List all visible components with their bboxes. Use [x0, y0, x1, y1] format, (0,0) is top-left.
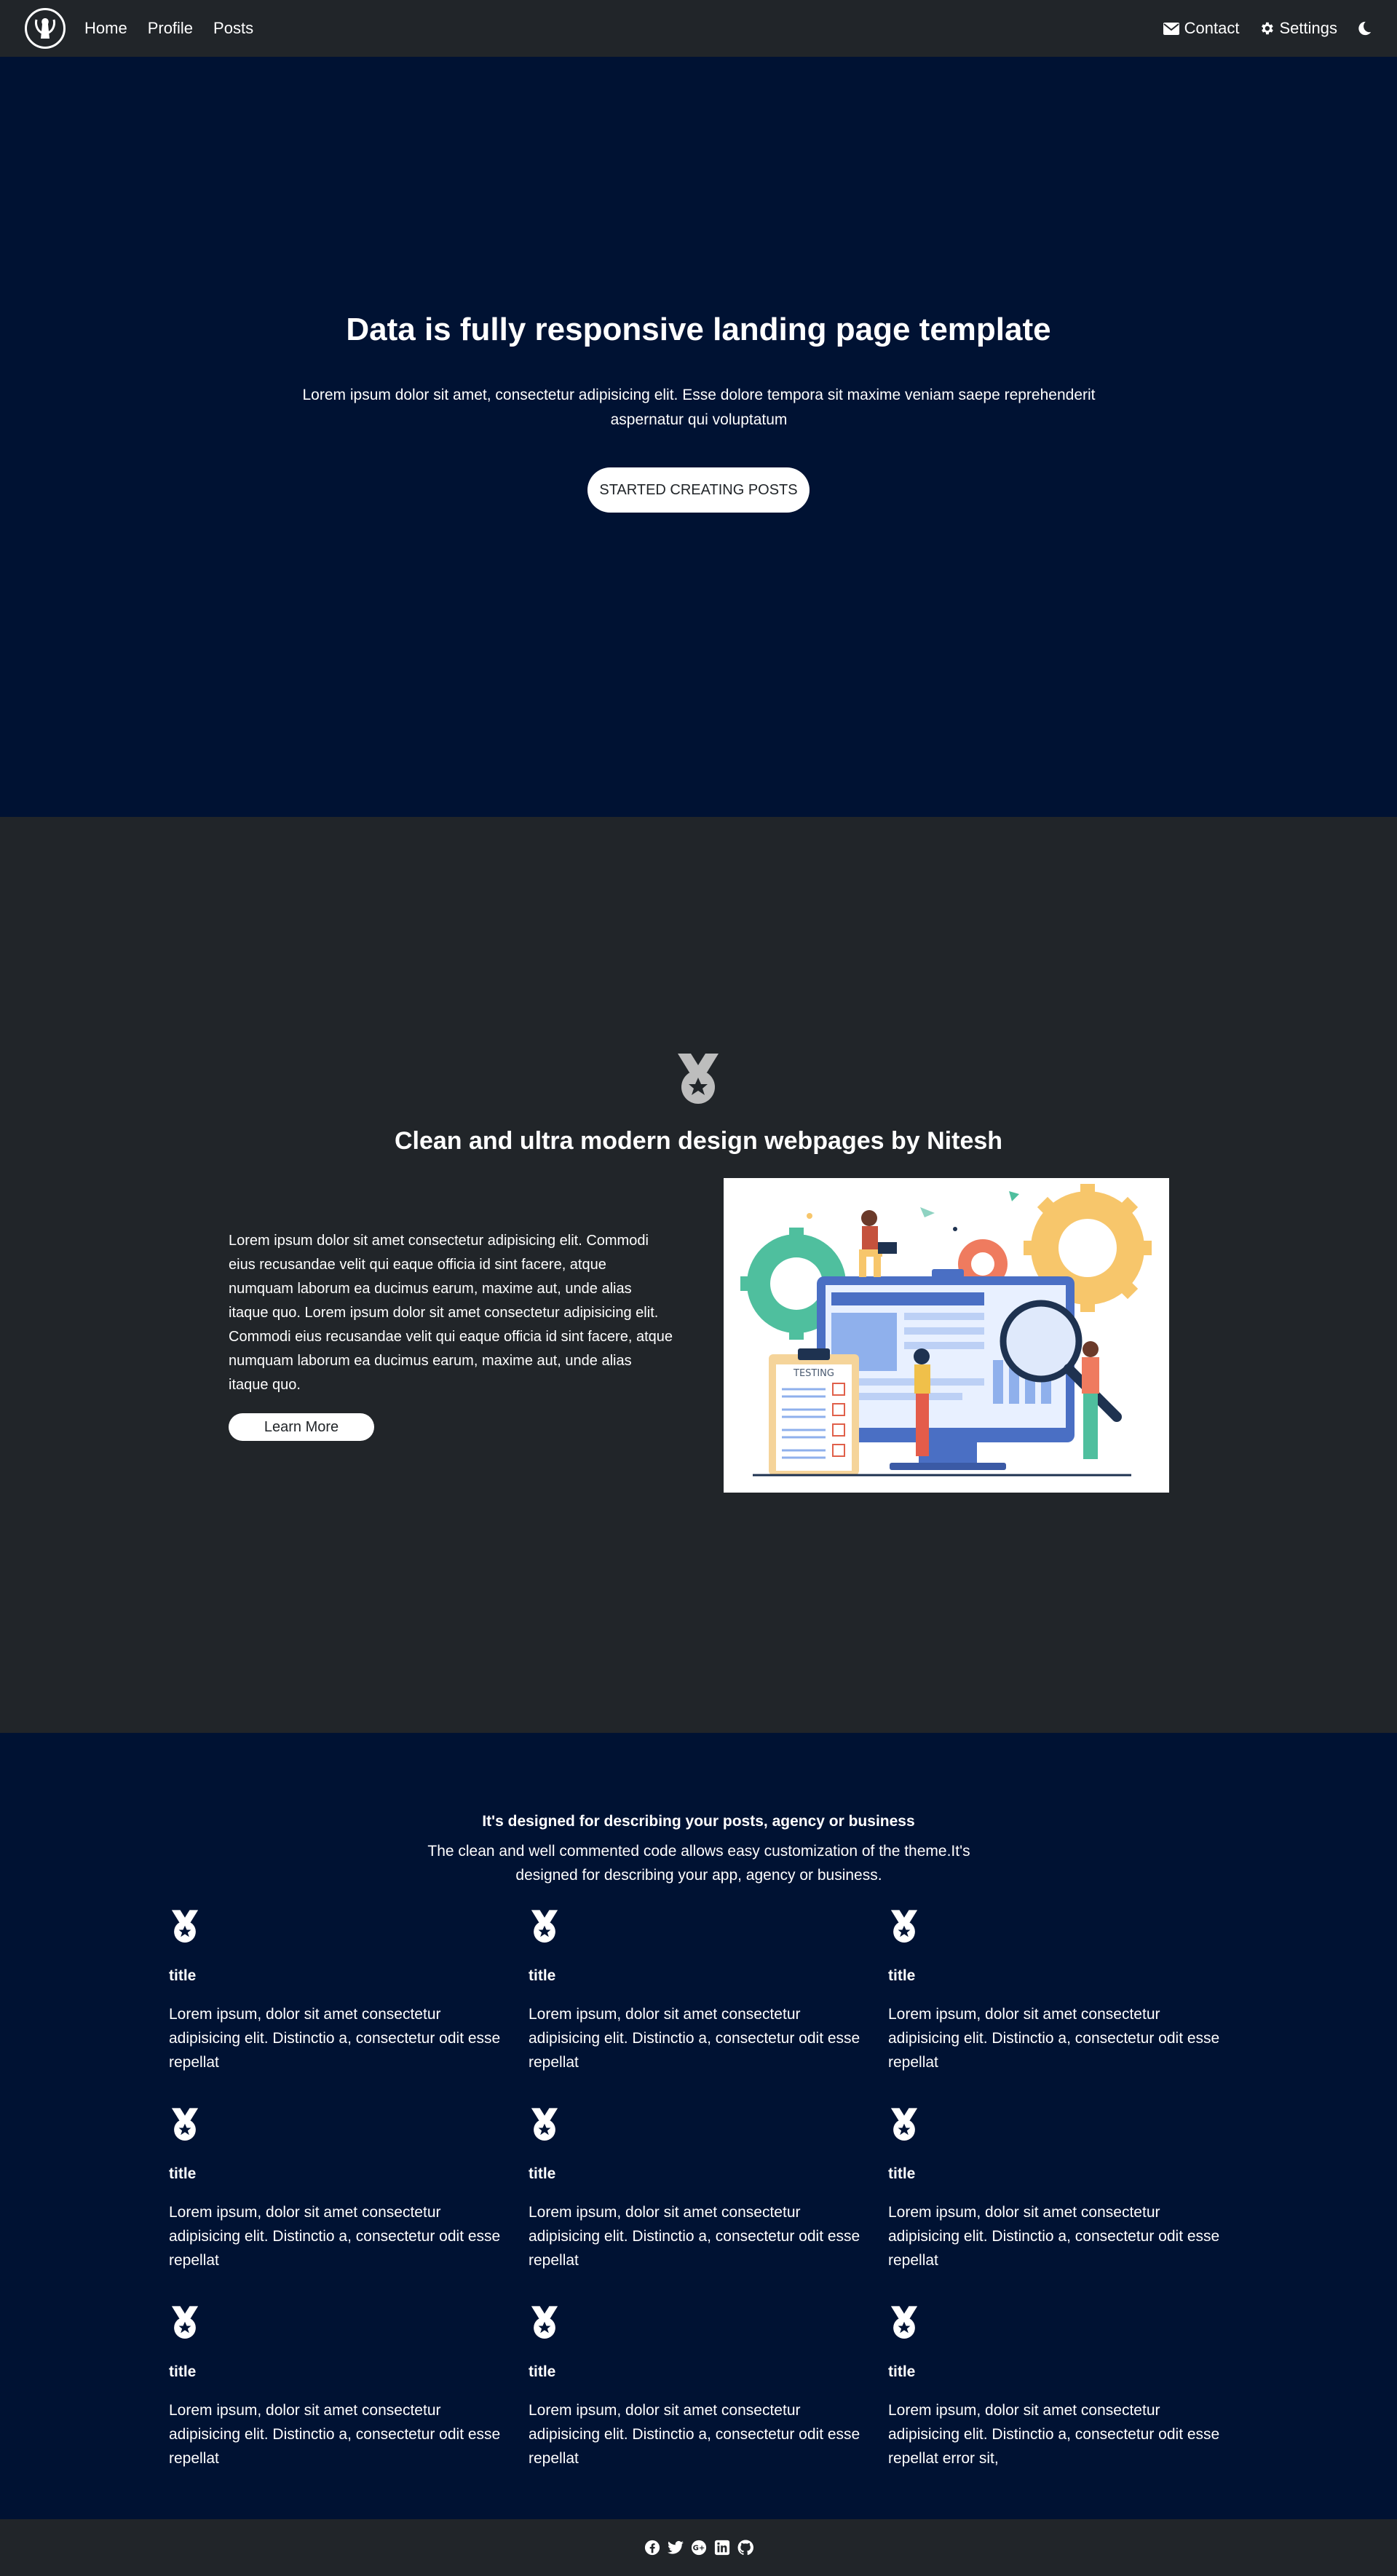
nav-posts-link[interactable]: Posts — [213, 19, 253, 38]
medal-icon — [888, 1909, 1223, 1944]
feature-card: title Lorem ipsum, dolor sit amet consect… — [529, 2305, 863, 2467]
feature-card: title Lorem ipsum, dolor sit amet consect… — [529, 2107, 863, 2269]
medal-icon — [529, 2305, 863, 2340]
medal-icon — [169, 2305, 504, 2340]
medal-icon — [888, 2305, 1223, 2340]
card-text: Lorem ipsum, dolor sit amet consectetur … — [888, 2402, 1220, 2467]
card-text: Lorem ipsum, dolor sit amet consectetur … — [169, 2204, 501, 2269]
testing-illustration: TESTING — [724, 1178, 1169, 1493]
medal-icon — [678, 1054, 719, 1104]
card-text: Lorem ipsum, dolor sit amet consectetur … — [529, 2006, 860, 2071]
linkedin-icon[interactable] — [713, 2540, 730, 2556]
hero-text: Lorem ipsum dolor sit amet, consectetur … — [302, 387, 1096, 428]
card-title: title — [169, 1967, 197, 1984]
medal-icon — [169, 2107, 504, 2142]
feature-card: title Lorem ipsum, dolor sit amet consect… — [529, 1909, 863, 2071]
footer: G+ — [0, 2519, 1397, 2576]
feature-section: Clean and ultra modern design webpages b… — [0, 817, 1397, 1733]
card-title: title — [529, 2363, 556, 2380]
card-text: Lorem ipsum, dolor sit amet consectetur … — [888, 2006, 1220, 2071]
illustration-label: TESTING — [793, 1368, 834, 1379]
card-text: Lorem ipsum, dolor sit amet consectetur … — [529, 2402, 860, 2467]
contact-label: Contact — [1184, 19, 1240, 37]
facebook-icon[interactable] — [644, 2540, 660, 2556]
card-title: title — [169, 2165, 197, 2182]
card-text: Lorem ipsum, dolor sit amet consectetur … — [529, 2204, 860, 2269]
card-title: title — [169, 2363, 197, 2380]
settings-label: Settings — [1279, 19, 1338, 37]
feature-card: title Lorem ipsum, dolor sit amet consect… — [888, 2305, 1223, 2467]
feature-card: title Lorem ipsum, dolor sit amet consect… — [888, 1909, 1223, 2071]
card-title: title — [888, 1967, 916, 1984]
hero-title: Data is fully responsive landing page te… — [346, 312, 1051, 347]
feature-card: title Lorem ipsum, dolor sit amet consect… — [888, 2107, 1223, 2269]
card-text: Lorem ipsum, dolor sit amet consectetur … — [169, 2006, 501, 2071]
card-text: Lorem ipsum, dolor sit amet consectetur … — [169, 2402, 501, 2467]
card-text: Lorem ipsum, dolor sit amet consectetur … — [888, 2204, 1220, 2269]
feature-card: title Lorem ipsum, dolor sit amet consect… — [169, 1909, 504, 2071]
features-grid-section: It's designed for describing your posts,… — [0, 1733, 1397, 2519]
svg-text:G+: G+ — [692, 2545, 705, 2553]
google-plus-icon[interactable]: G+ — [690, 2540, 707, 2556]
navbar: Home Profile Posts Contact Settings — [0, 0, 1397, 57]
gear-icon — [1261, 22, 1273, 35]
moon-icon — [1358, 21, 1372, 36]
logo-icon[interactable] — [25, 8, 66, 49]
hero-section: Data is fully responsive landing page te… — [0, 57, 1397, 817]
grid-title: It's designed for describing your posts,… — [482, 1813, 915, 1830]
feature-card: title Lorem ipsum, dolor sit amet consect… — [169, 2305, 504, 2467]
card-title: title — [529, 2165, 556, 2182]
medal-icon — [529, 1909, 863, 1944]
medal-icon — [888, 2107, 1223, 2142]
medal-icon — [169, 1909, 504, 1944]
grid-subtitle: The clean and well commented code allows… — [427, 1843, 970, 1884]
feature-title: Clean and ultra modern design webpages b… — [394, 1127, 1003, 1155]
dark-mode-toggle[interactable] — [1356, 20, 1372, 36]
card-title: title — [888, 2363, 916, 2380]
envelope-icon — [1163, 22, 1179, 35]
card-title: title — [529, 1967, 556, 1984]
card-title: title — [888, 2165, 916, 2182]
feature-text: Lorem ipsum dolor sit amet consectetur a… — [229, 1233, 673, 1393]
github-icon[interactable] — [737, 2540, 753, 2556]
learn-more-button[interactable]: Learn More — [229, 1413, 374, 1441]
start-creating-posts-button[interactable]: STARTED CREATING POSTS — [587, 467, 810, 513]
medal-icon — [529, 2107, 863, 2142]
settings-link[interactable]: Settings — [1259, 19, 1338, 38]
contact-link[interactable]: Contact — [1163, 19, 1240, 38]
feature-card: title Lorem ipsum, dolor sit amet consect… — [169, 2107, 504, 2269]
twitter-icon[interactable] — [667, 2540, 684, 2556]
nav-profile-link[interactable]: Profile — [148, 19, 193, 38]
nav-home-link[interactable]: Home — [84, 19, 127, 38]
